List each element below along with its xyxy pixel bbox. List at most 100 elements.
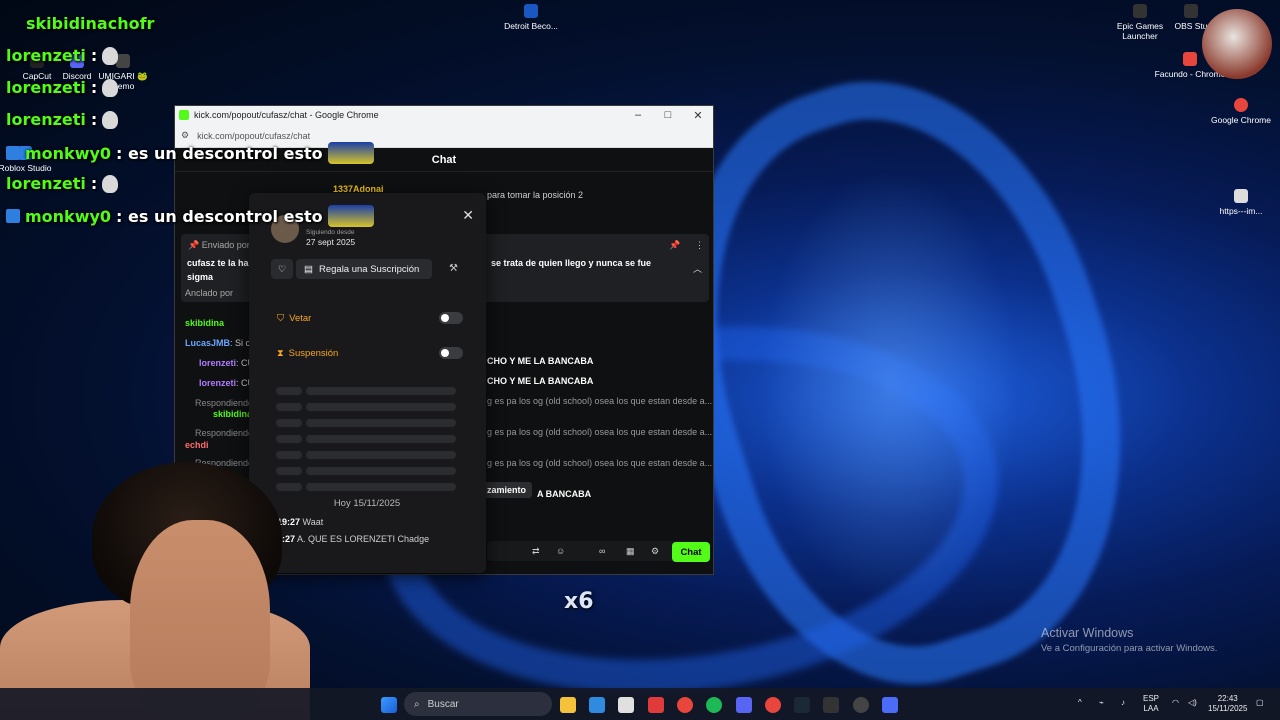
spotify-icon[interactable] (706, 697, 722, 713)
timeout-row[interactable]: ⧗ Suspensión (277, 344, 463, 362)
overlay-chat-line: lorenzeti: (6, 78, 119, 97)
timeout-toggle[interactable] (439, 347, 463, 359)
language-indicator[interactable]: ESP LAA (1143, 694, 1159, 714)
infinity-icon[interactable]: ∞ (599, 546, 605, 556)
activation-watermark: Activar Windows Ve a Configuración para … (1041, 626, 1218, 654)
pinned-text: se trata de quien llego y nunca se fue (491, 258, 652, 268)
gift-icon[interactable]: ▦ (626, 546, 635, 557)
gift-icon: ▤ (304, 263, 313, 275)
store-icon[interactable] (618, 697, 634, 713)
wifi-icon[interactable]: ◠ (1172, 698, 1179, 708)
chrome-icon[interactable] (677, 697, 693, 713)
pin-toggle-icon[interactable]: 📌 (669, 240, 680, 251)
gift-subscription-button[interactable]: ▤ Regala una Suscripción (296, 259, 432, 279)
pinned-text: cufasz te la ha (187, 258, 249, 268)
ban-row[interactable]: ⛉ Vetar (277, 309, 463, 327)
send-chat-button[interactable]: Chat (672, 542, 710, 562)
badge-icon (6, 209, 20, 223)
chat-username[interactable]: skibidina (213, 409, 252, 419)
gear-icon[interactable]: ⚙ (651, 546, 659, 557)
taskbar: ⌕ Buscar ^ ⌁ ♪ ESP LAA ◠ ◁) 22:43 15/11/20… (0, 688, 1280, 720)
epic-games-icon (1133, 4, 1147, 18)
user-card-popup[interactable]: ✕ Siguiendo desde 27 sept 2025 ♡ ▤ Regal… (249, 193, 486, 573)
search-icon: ⌕ (414, 698, 420, 710)
url-text: kick.com/popout/cufasz/chat (197, 130, 311, 141)
discord-icon[interactable] (736, 697, 752, 713)
desktop-icon-detroit[interactable]: Detroit Beco... (494, 4, 568, 31)
chat-line: lorenzeti: CU (199, 358, 255, 368)
chrome-icon (1234, 98, 1248, 112)
close-icon[interactable]: ✕ (462, 207, 474, 224)
obs-icon[interactable] (853, 697, 869, 713)
steam-icon[interactable] (794, 697, 810, 713)
ban-toggle[interactable] (439, 312, 463, 324)
chat-username[interactable]: skibidina (185, 318, 224, 328)
microphone-icon[interactable]: ♪ (1121, 698, 1125, 708)
timeout-label: Suspensión (288, 347, 339, 359)
chevron-up-icon[interactable]: ^ (1078, 698, 1082, 708)
hourglass-icon: ⧗ (277, 347, 284, 359)
skull-emote-icon (102, 46, 119, 65)
window-titlebar[interactable]: kick.com/popout/cufasz/chat - Google Chr… (175, 106, 713, 124)
volume-icon[interactable]: ◁) (1188, 698, 1197, 708)
detroit-icon (524, 4, 538, 18)
pin-icon: 📌 (188, 240, 202, 250)
notification-bell-icon[interactable]: ▢ (1256, 698, 1264, 708)
clock[interactable]: 22:43 15/11/2025 (1208, 694, 1247, 714)
webcam-overlay (1202, 9, 1272, 79)
overlay-chat-line: skibidinachofr (26, 14, 155, 33)
app-icon[interactable] (648, 697, 664, 713)
loading-skeleton (276, 467, 458, 475)
following-since-date: 27 sept 2025 (306, 237, 356, 247)
chat-message: CHO Y ME LA BANCABA (487, 356, 594, 366)
desktop-icon-google-chrome[interactable]: Google Chrome (1204, 98, 1278, 125)
chat-message: g es pa los og (old school) osea los que… (487, 396, 713, 406)
window-title: kick.com/popout/cufasz/chat - Google Chr… (194, 110, 379, 120)
translate-icon[interactable]: ⇄ (532, 546, 540, 557)
chat-username[interactable]: echdi (185, 440, 209, 450)
loading-skeleton (276, 435, 458, 443)
copilot-icon[interactable] (589, 697, 605, 713)
emote-icon[interactable]: ☺ (556, 546, 565, 556)
more-options-icon[interactable]: ⋮ (695, 240, 704, 251)
taskbar-search[interactable]: ⌕ Buscar (404, 692, 552, 716)
chat-message: g es pa los og (old school) osea los que… (487, 427, 713, 437)
ban-label: Vetar (289, 312, 312, 324)
skull-emote-icon (102, 78, 119, 97)
loading-skeleton (276, 403, 458, 411)
minimize-button[interactable]: – (623, 109, 653, 122)
wallpaper-glow (760, 170, 1020, 600)
app-icon[interactable] (882, 697, 898, 713)
skull-emote-icon (102, 110, 119, 129)
date-divider: Hoy 15/11/2025 (333, 498, 401, 509)
chrome-icon[interactable] (765, 697, 781, 713)
skull-emote-icon (102, 174, 119, 193)
badge-icon (6, 146, 20, 160)
maximize-button[interactable]: □ (653, 109, 683, 122)
close-window-button[interactable]: ✕ (683, 109, 713, 122)
chat-message: CHO Y ME LA BANCABA (487, 376, 594, 386)
moderation-wand-icon[interactable]: ⚒ (449, 263, 458, 274)
reply-label: Respondiendo (195, 428, 254, 438)
loading-skeleton (276, 419, 458, 427)
desktop-icon-image-file[interactable]: https---im... (1204, 189, 1278, 216)
shield-icon: ⛉ (277, 312, 285, 324)
follow-heart-button[interactable]: ♡ (271, 259, 293, 279)
chat-message: g es pa los og (old school) osea los que… (487, 458, 713, 468)
pinned-sender-label: 📌 Enviado por (188, 240, 250, 250)
windows-start-icon[interactable] (381, 697, 397, 713)
emote-icon (327, 142, 374, 164)
loading-skeleton (276, 483, 458, 491)
epic-games-icon[interactable] (823, 697, 839, 713)
file-explorer-icon[interactable] (560, 697, 576, 713)
network-icon[interactable]: ⌁ (1099, 698, 1104, 708)
overlay-chat-line: monkwy0: es un descontrol esto (6, 142, 374, 164)
multiplier-label: x6 (564, 589, 594, 614)
site-settings-icon[interactable]: ⚙ (181, 130, 189, 141)
chat-line: LucasJMB: Si c (185, 338, 251, 348)
chrome-icon (1183, 52, 1197, 66)
chevron-up-icon[interactable]: ︿ (693, 262, 702, 275)
tooltip: zamiento (481, 482, 533, 498)
emote-icon (327, 205, 374, 227)
chat-message: A BANCABA (537, 489, 592, 499)
